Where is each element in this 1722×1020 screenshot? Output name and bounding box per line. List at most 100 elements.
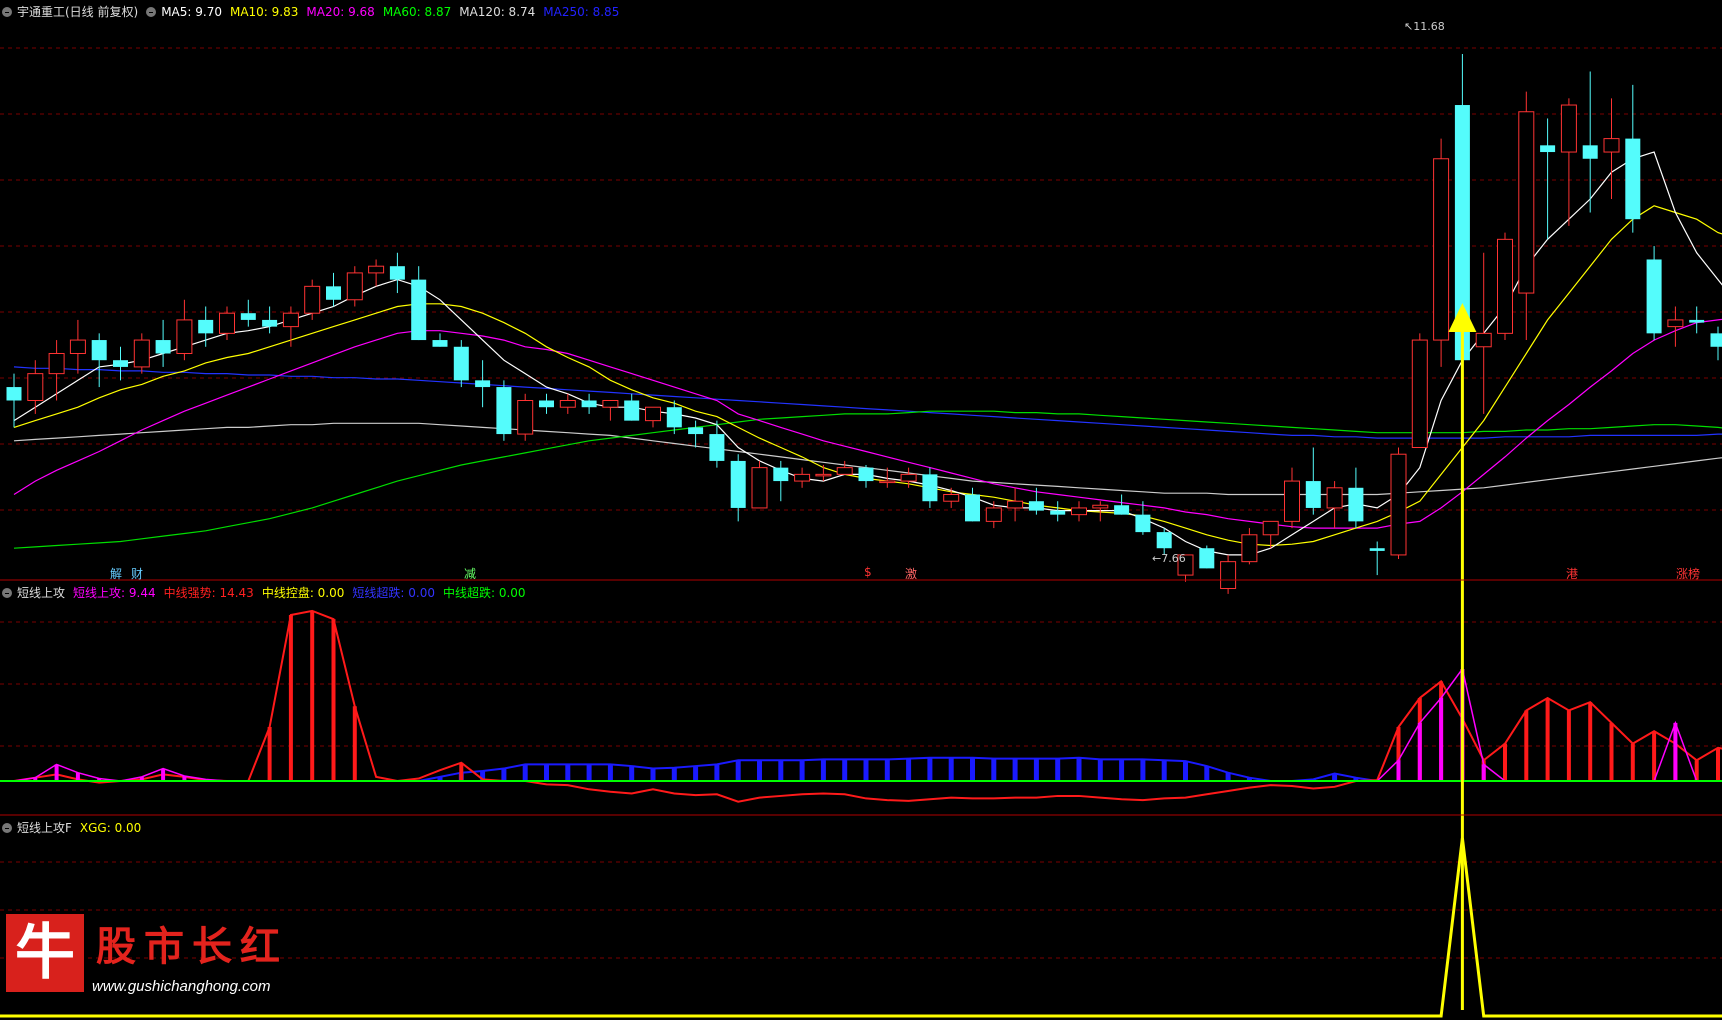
candle-body	[389, 266, 405, 280]
candle-body	[1348, 487, 1364, 522]
ma-legend: MA5: 9.70 MA10: 9.83 MA20: 9.68 MA60: 8.87 M…	[161, 5, 627, 19]
candle-body	[1667, 319, 1684, 328]
legend-item: 短线超跌: 0.00	[352, 586, 435, 600]
candle-body	[922, 474, 938, 502]
candle-body	[91, 340, 107, 361]
candle-body	[879, 480, 896, 484]
logo-glyph: 牛	[6, 914, 84, 992]
candle-body	[1241, 534, 1258, 563]
candle-body	[1369, 548, 1385, 551]
chart-canvas	[0, 47, 1722, 1018]
legend-item: MA120: 8.74	[459, 4, 536, 19]
candle-body	[1135, 514, 1151, 533]
event-tag-dollar[interactable]: $	[864, 565, 872, 579]
candle-body	[1071, 507, 1087, 516]
candle-body	[1262, 520, 1279, 536]
candle-body	[262, 319, 278, 327]
candle-body	[1092, 504, 1109, 509]
indicator1-legend: 短线上攻: 9.44 中线强势: 14.43 中线控盘: 0.00 短线超跌: 0.0…	[73, 584, 534, 601]
collapse-icon[interactable]	[2, 587, 12, 598]
candle-body	[858, 467, 874, 482]
legend-item: XGG: 0.00	[79, 820, 142, 835]
candle-body	[666, 407, 682, 428]
settings-icon[interactable]	[146, 6, 157, 17]
legend-item: MA20: 9.68	[306, 4, 375, 19]
candle-body	[1475, 332, 1492, 348]
candle-body	[6, 387, 22, 401]
event-tag-jian[interactable]: 减	[464, 565, 476, 582]
event-tag-ji[interactable]: 激	[905, 565, 917, 582]
arrow-head	[1448, 303, 1477, 332]
event-tag-zhangbang[interactable]: 涨榜	[1676, 565, 1700, 582]
candle-body	[1582, 145, 1598, 159]
candle-body	[1050, 510, 1066, 515]
candle-body	[602, 399, 619, 408]
candle-body	[48, 352, 65, 375]
candle-body	[943, 494, 960, 502]
candle-body	[1114, 505, 1130, 515]
candle-body	[496, 387, 512, 435]
candle-body	[1007, 500, 1024, 509]
logo-title: 股市长红	[96, 923, 288, 970]
candle-body	[1326, 487, 1343, 509]
candle-body	[326, 286, 341, 300]
candle-body	[1284, 480, 1300, 522]
logo-url: www.gushichanghong.com	[92, 978, 271, 995]
candle-body	[219, 312, 235, 334]
indicator2-header: 短线上攻F XGG: 0.00	[2, 819, 157, 836]
candle-body	[1028, 501, 1044, 511]
candle-body	[453, 346, 469, 381]
candle-body	[1497, 238, 1513, 334]
candle-body	[475, 380, 491, 388]
candle-body	[1390, 453, 1407, 556]
legend-item: MA60: 8.87	[382, 4, 452, 19]
candle-body	[1220, 561, 1237, 590]
candle-body	[1646, 259, 1662, 334]
candle-body	[133, 339, 150, 368]
candle-body	[645, 406, 661, 422]
indicator2-legend: XGG: 0.00	[80, 821, 149, 835]
candle-body	[836, 467, 853, 475]
candle-body	[282, 312, 299, 328]
candle-body	[794, 473, 811, 482]
candle-body	[155, 340, 171, 354]
candle-body	[304, 285, 321, 314]
event-tag-jie[interactable]: 解	[110, 565, 122, 582]
legend-item: MA5: 9.70	[161, 4, 222, 19]
legend-item: 中线超跌: 0.00	[442, 586, 526, 600]
high-price-value: 11.68	[1413, 20, 1445, 33]
event-tag-cai[interactable]: 财	[131, 565, 143, 582]
high-price-label: ↖11.68	[1404, 20, 1445, 33]
candle-body	[581, 400, 597, 408]
candle-body	[69, 339, 86, 354]
collapse-icon[interactable]	[2, 822, 12, 833]
candle-body	[624, 400, 640, 421]
candle-body	[346, 272, 363, 301]
candle-body	[773, 467, 789, 482]
low-price-value: 7.66	[1161, 552, 1186, 565]
candle-body	[985, 507, 1002, 522]
candle-body	[1710, 333, 1722, 347]
candle-body	[1625, 138, 1641, 220]
candle-body	[1518, 111, 1535, 294]
legend-item: MA250: 8.85	[543, 4, 620, 19]
low-price-label: ←7.66	[1152, 552, 1186, 565]
event-tag-gang[interactable]: 港	[1566, 565, 1578, 582]
arrow-glyph: ↖	[1404, 20, 1414, 33]
candle-body	[432, 340, 448, 347]
collapse-icon[interactable]	[2, 6, 12, 17]
candle-body	[965, 494, 980, 522]
candle-body	[559, 399, 576, 408]
candle-body	[688, 427, 704, 435]
watermark-logo: 牛 股市长红 www.gushichanghong.com	[6, 912, 306, 1002]
candle-body	[113, 360, 128, 367]
candle-body	[1540, 145, 1556, 153]
candle-body	[368, 265, 385, 274]
candle-body	[1560, 104, 1577, 153]
candle-body	[411, 279, 427, 341]
stock-title: 宇通重工(日线 前复权)	[17, 5, 139, 19]
candle-body	[517, 399, 534, 435]
indicator1-header: 短线上攻 短线上攻: 9.44 中线强势: 14.43 中线控盘: 0.00 短线超跌…	[2, 584, 542, 601]
candle-body	[198, 319, 214, 334]
legend-item: 中线强势: 14.43	[163, 586, 254, 600]
